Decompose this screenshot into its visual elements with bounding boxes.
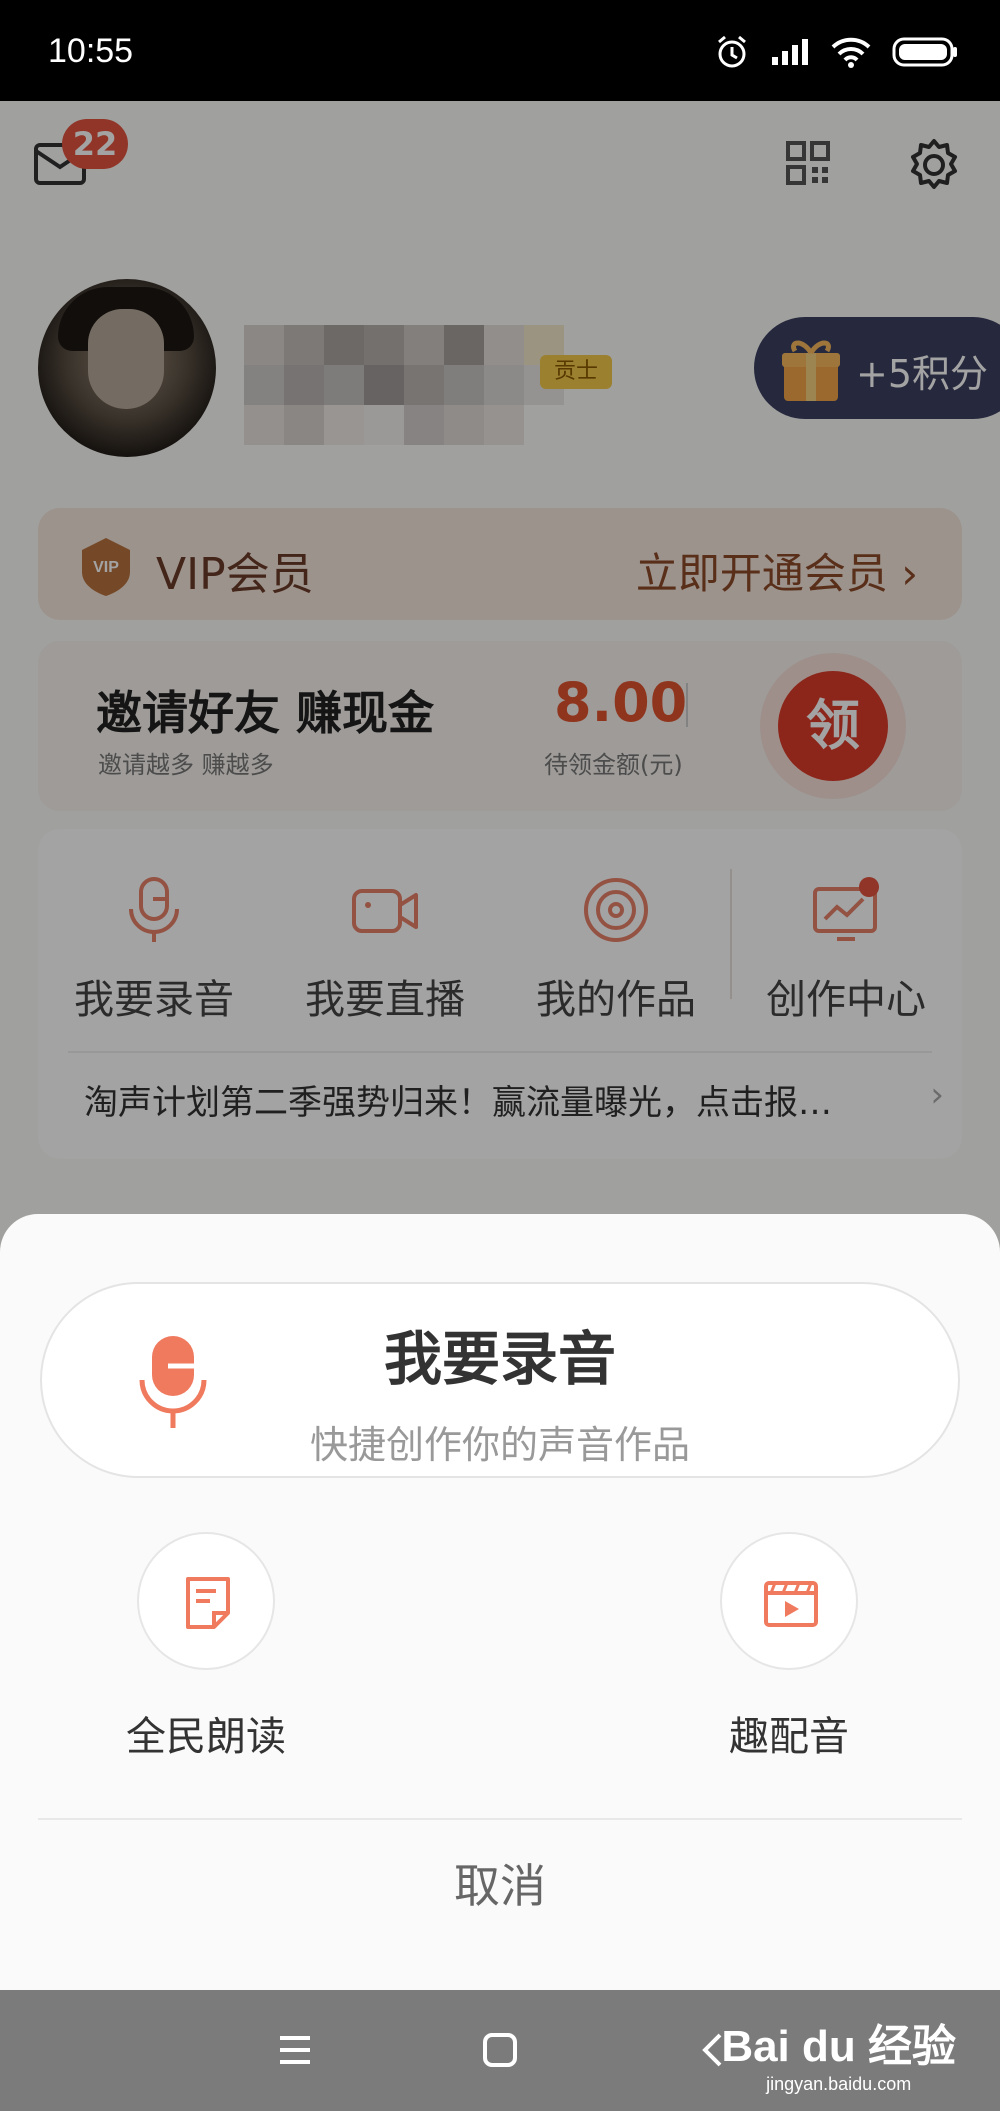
record-audio-subtitle: 快捷创作你的声音作品 <box>309 1423 690 1467</box>
system-nav-bar: Bai du 经验 jingyan.baidu.com <box>0 1990 1000 2111</box>
status-bar: 10:55 <box>0 0 1000 101</box>
signal-icon <box>772 39 808 65</box>
menu-icon[interactable] <box>278 2032 312 2068</box>
battery-icon <box>892 37 957 67</box>
alarm-icon <box>718 35 746 68</box>
option-read-aloud[interactable]: 全民朗读 <box>86 1532 326 1762</box>
status-time: 10:55 <box>48 32 134 70</box>
wifi-icon <box>831 37 871 68</box>
option-label: 全民朗读 <box>126 1714 286 1760</box>
record-options-sheet: 我要录音 快捷创作你的声音作品 全民朗读 趣配音 取消 <box>0 1214 1000 1990</box>
sheet-divider <box>38 1818 962 1820</box>
document-icon <box>186 1577 230 1629</box>
option-icon-circle[interactable] <box>720 1532 858 1670</box>
record-audio-button[interactable]: 我要录音 快捷创作你的声音作品 <box>40 1282 960 1478</box>
watermark-url: jingyan.baidu.com <box>766 2074 912 2094</box>
record-audio-title: 我要录音 <box>383 1325 616 1393</box>
home-square-icon[interactable] <box>482 2032 518 2068</box>
option-icon-circle[interactable] <box>137 1532 275 1670</box>
baidu-jingyan-watermark: Bai du 经验 jingyan.baidu.com <box>721 2010 956 2095</box>
option-fun-dubbing[interactable]: 趣配音 <box>669 1532 909 1762</box>
cancel-button[interactable]: 取消 <box>0 1850 1000 1916</box>
status-icons <box>714 34 958 70</box>
watermark-logo: Bai du 经验 <box>721 2022 956 2071</box>
film-play-icon <box>764 1581 818 1627</box>
option-label: 趣配音 <box>729 1714 849 1760</box>
